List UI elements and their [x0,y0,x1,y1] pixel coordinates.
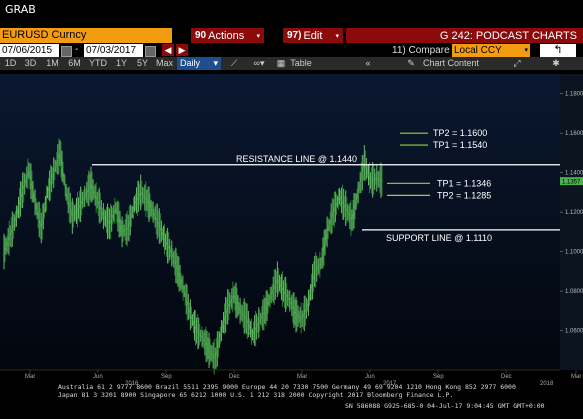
compare-label: Compare [408,45,450,56]
currency-value: Local CCY [454,45,502,56]
chevron-down-icon: ▾ [256,32,260,40]
back-arrow-icon[interactable]: ◀ [162,44,174,56]
actions-shortcut: 90 [195,30,207,41]
period-ytd[interactable]: YTD [86,57,110,70]
collapse-icon[interactable]: « [360,57,376,70]
line-chart-icon[interactable]: ⟋ [225,57,243,70]
take-profit-label: TP1 = 1.1346 [437,178,491,188]
period-5y[interactable]: 5Y [133,57,152,70]
window-title-bar: GRAB [0,0,583,20]
calendar-icon[interactable] [61,46,72,57]
resistance-label: RESISTANCE LINE @ 1.1440 [236,154,357,164]
footer-serial: SN 586088 G925-685-0 04-Jul-17 9:04:45 G… [345,402,545,410]
chart-type-icon[interactable]: ∞▾ [248,57,270,70]
end-date-field[interactable]: 07/03/2017 [84,44,143,57]
chevron-down-icon: ▾ [524,47,528,54]
take-profit-label: TP1 = 1.1540 [433,140,487,150]
y-axis-area [560,74,583,370]
plot-area [0,74,560,370]
y-tick-label: 1.0600 [565,329,583,335]
frequency-select[interactable]: Daily ▾ [177,57,221,70]
x-tick-label: Dec [229,374,240,380]
compare-button[interactable]: 11) Compare [392,45,450,56]
x-tick-label: Mar [571,374,581,380]
period-1y[interactable]: 1Y [112,57,131,70]
end-date-value: 07/03/2017 [86,45,137,56]
period-6m[interactable]: 6M [65,57,84,70]
calendar-icon[interactable] [145,46,156,57]
frequency-value: Daily [180,58,201,68]
actions-menu-button[interactable]: 90 Actions ▾ [191,28,264,43]
page-title: G 242: PODCAST CHARTS [439,29,577,42]
take-profit-label: TP2 = 1.1285 [437,190,491,200]
x-tick-label: Dec [501,374,512,380]
y-tick-label: 1.1200 [565,210,583,216]
fullscreen-icon[interactable]: ⤢ [510,57,524,70]
y-tick-label: 1.1600 [565,131,583,137]
footer-contacts-line1: Australia 61 2 9777 8600 Brazil 5511 239… [58,383,516,391]
x-tick-label: Jun [365,374,375,380]
period-1d[interactable]: 1D [2,57,19,70]
gear-icon[interactable]: ✱ [549,57,563,70]
support-label: SUPPORT LINE @ 1.1110 [386,233,492,243]
period-1m[interactable]: 1M [42,57,63,70]
x-tick-label: Jun [93,374,103,380]
y-tick-label: 1.1800 [565,92,583,98]
edit-label: Edit [303,29,323,42]
x-tick-label: Mar [297,374,307,380]
start-date-field[interactable]: 07/06/2015 [0,44,59,57]
x-year-label: 2018 [540,381,554,387]
table-grid-icon[interactable]: ▦ [275,57,287,70]
chevron-down-icon: ▾ [335,32,339,40]
back-return-icon[interactable]: ↰ [540,44,576,57]
chart-toolbar: 1D 3D 1M 6M YTD 1Y 5Y Max Daily ▾ ⟋ ∞▾ ▦… [0,57,583,70]
y-tick-label: 1.1000 [565,250,583,256]
footer-contacts-line2: Japan 81 3 3201 8900 Singapore 65 6212 1… [58,391,454,399]
x-tick-label: Sep [433,374,444,380]
current-price-label: 1.1357 [562,180,581,186]
edit-shortcut: 97) [287,30,302,41]
compare-shortcut: 11) [392,45,406,56]
forward-arrow-icon[interactable]: ▶ [176,44,188,56]
edit-menu-button[interactable]: 97) Edit ▾ [283,28,343,43]
actions-label: Actions [208,29,245,42]
currency-select[interactable]: Local CCY ▾ [452,44,530,57]
window-title: GRAB [5,3,36,16]
chevron-down-icon: ▾ [213,58,218,68]
period-3d[interactable]: 3D [21,57,40,70]
table-button[interactable]: Table [287,57,315,70]
chart-content-icon[interactable]: ✎ [404,57,418,70]
price-chart[interactable]: 1.1800 1.1600 1.1400 1.1200 1.1000 1.0800 1.06… [0,74,583,419]
period-max[interactable]: Max [154,57,175,70]
page-title-bar: G 242: PODCAST CHARTS [346,28,583,43]
chart-content-button[interactable]: Chart Content [420,57,482,70]
y-tick-label: 1.0800 [565,289,583,295]
ticker-value: EURUSD Curncy [2,29,87,41]
take-profit-label: TP2 = 1.1600 [433,128,487,138]
x-tick-label: Mar [25,374,35,380]
date-separator: - [75,44,79,55]
x-tick-label: Sep [161,374,172,380]
start-date-value: 07/06/2015 [2,45,53,56]
ticker-field[interactable]: EURUSD Curncy [0,28,172,43]
y-tick-label: 1.1400 [565,171,583,177]
